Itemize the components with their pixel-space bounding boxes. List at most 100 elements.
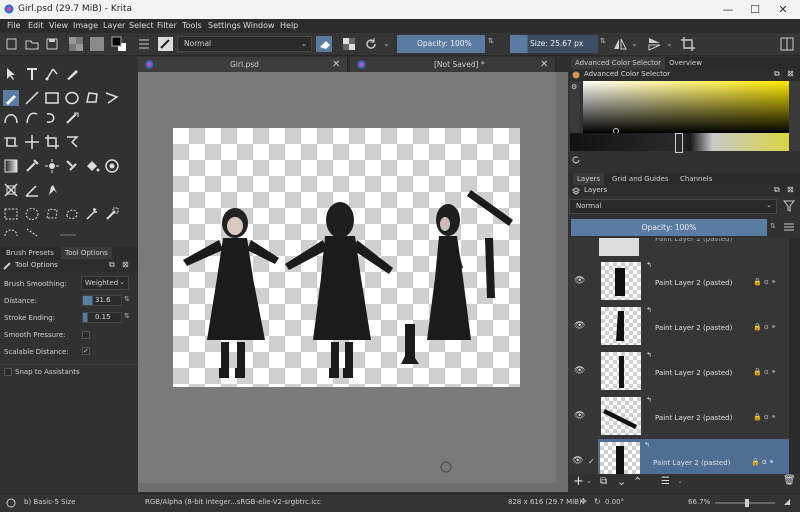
chevron-down-icon[interactable]: ⌄ [677, 477, 683, 485]
close-docker-icon[interactable]: ⊠ [787, 69, 794, 78]
transform-tool-icon[interactable] [44, 134, 60, 150]
color-slider-handle[interactable] [675, 133, 683, 153]
float-docker-icon[interactable]: ⧉ [109, 260, 115, 270]
chevron-down-icon[interactable]: ⌄ [666, 39, 673, 48]
layer-flags-icon[interactable]: 🔒 α ⚭ [753, 413, 777, 421]
tab-grid-and-guides[interactable]: Grid and Guides [608, 173, 673, 185]
tab-tool-options[interactable]: Tool Options [61, 247, 112, 259]
size-spin-icon[interactable]: ⇅ [600, 37, 606, 45]
bezier-select-icon[interactable] [3, 226, 19, 242]
new-document-icon[interactable] [4, 36, 20, 52]
preserve-alpha-icon[interactable] [341, 36, 357, 52]
stroke-ending-spin-icon[interactable]: ⇅ [124, 312, 130, 320]
brush-preset-icon[interactable] [6, 498, 16, 508]
close-docker-icon[interactable]: ⊠ [787, 185, 794, 194]
vertical-scrollbar[interactable] [556, 72, 568, 492]
visibility-eye-icon[interactable]: 👁 [572, 456, 583, 466]
enclose-fill-icon[interactable] [104, 158, 120, 174]
crop-tool-icon[interactable] [3, 134, 19, 150]
color-picker-icon[interactable] [24, 158, 40, 174]
opacity-spin-icon[interactable]: ⇅ [770, 222, 776, 230]
chevron-down-icon[interactable]: ⌄ [586, 477, 592, 485]
visibility-eye-icon[interactable]: 👁 [574, 276, 585, 286]
tab-advanced-color-selector[interactable]: Advanced Color Selector [571, 57, 666, 69]
layer-row[interactable]: 👁 ↰ Paint Layer 2 (pasted) 🔒 α ⚭ [571, 394, 789, 439]
menu-help[interactable]: Help [280, 21, 298, 30]
pattern-swatch-icon[interactable] [89, 36, 105, 52]
distance-slider[interactable]: 31.6 [82, 295, 122, 306]
tab-overview[interactable]: Overview [665, 57, 706, 69]
fill-tool-icon[interactable] [84, 158, 100, 174]
select-shapes-icon[interactable] [3, 66, 19, 82]
chevron-down-icon[interactable]: ⌄ [631, 39, 638, 48]
brush-preset-icon[interactable] [157, 36, 173, 52]
polyline-tool-icon[interactable] [104, 90, 120, 106]
mirror-vertical-icon[interactable] [646, 36, 662, 52]
freehand-path-icon[interactable] [24, 110, 40, 126]
brush-settings-icon[interactable] [136, 36, 152, 52]
pan-tool-icon[interactable] [44, 182, 60, 198]
close-tab-icon[interactable]: ✕ [540, 57, 548, 72]
mirror-horizontal-icon[interactable] [612, 36, 628, 52]
fg-bg-color-icon[interactable] [111, 36, 127, 52]
menu-window[interactable]: Window [243, 21, 275, 30]
docker-layout-icon[interactable] [779, 36, 795, 52]
multibrush-icon[interactable] [64, 110, 80, 126]
polygon-select-icon[interactable] [44, 206, 60, 222]
polygon-tool-icon[interactable] [84, 90, 100, 106]
layer-row[interactable]: 👁 ↰ Paint Layer 2 (pasted) 🔒 α ⚭ [571, 304, 789, 349]
layer-flags-icon[interactable]: 🔒 α ⚭ [753, 278, 777, 286]
visibility-eye-icon[interactable]: 👁 [574, 321, 585, 331]
color-scrollbar[interactable] [789, 81, 800, 151]
magnetic-select-icon[interactable] [24, 226, 40, 242]
layer-blend-mode-dropdown[interactable]: Normal ⌄ [569, 199, 777, 214]
gradient-swatch-icon[interactable] [68, 36, 84, 52]
duplicate-layer-icon[interactable]: ⧉ [600, 476, 607, 487]
menu-layer[interactable]: Layer [103, 21, 125, 30]
menu-filter[interactable]: Filter [157, 21, 177, 30]
image-canvas[interactable] [173, 128, 520, 387]
minimize-button[interactable]: — [718, 2, 738, 17]
tab-channels[interactable]: Channels [676, 173, 716, 185]
freehand-brush-icon[interactable] [3, 90, 19, 106]
visibility-eye-icon[interactable]: 👁 [574, 411, 585, 421]
dynamic-brush-icon[interactable] [44, 110, 60, 126]
blend-mode-dropdown[interactable]: Normal ⌄ [177, 36, 312, 52]
menu-image[interactable]: Image [73, 21, 98, 30]
move-layer-down-icon[interactable]: ⌄ [617, 475, 626, 488]
distance-spin-icon[interactable]: ⇅ [124, 295, 130, 303]
color-square[interactable] [583, 81, 789, 133]
text-tool-icon[interactable] [24, 66, 40, 82]
close-window-button[interactable]: ✕ [773, 2, 793, 17]
selected-check-icon[interactable]: ✓ [588, 457, 595, 466]
layer-properties-icon[interactable]: ☰ [661, 476, 670, 487]
menu-view[interactable]: View [49, 21, 68, 30]
rectangle-tool-icon[interactable] [44, 90, 60, 106]
reload-preset-icon[interactable] [363, 36, 379, 52]
gradient-tool-icon[interactable] [3, 158, 19, 174]
opacity-spin-icon[interactable]: ⇅ [488, 37, 494, 45]
edit-shapes-icon[interactable] [44, 66, 60, 82]
ellipse-tool-icon[interactable] [64, 90, 80, 106]
rotate-icon[interactable]: ↻ [594, 497, 601, 506]
calligraphy-icon[interactable] [64, 66, 80, 82]
line-tool-icon[interactable] [24, 90, 40, 106]
crop-icon[interactable] [680, 36, 696, 52]
layer-opacity-slider[interactable]: Opacity: 100% [571, 219, 767, 236]
measure-tool-icon[interactable] [24, 182, 40, 198]
move-tool-icon[interactable] [24, 134, 40, 150]
snap-to-assistants-checkbox[interactable] [4, 368, 12, 376]
stroke-ending-slider[interactable]: 0.15 [82, 312, 122, 323]
similar-select-icon[interactable] [104, 206, 120, 222]
layer-flags-icon[interactable]: 🔒 α ⚭ [753, 323, 777, 331]
menu-tools[interactable]: Tools [182, 21, 202, 30]
tab-document-girl[interactable]: Girl.psd ✕ [138, 57, 348, 72]
horizontal-scrollbar[interactable] [138, 483, 556, 492]
zoom-slider-handle[interactable] [745, 499, 749, 507]
toolbox-scroll-handle[interactable] [60, 234, 76, 236]
maximize-button[interactable]: ☐ [745, 2, 765, 17]
float-docker-icon[interactable]: ⧉ [774, 185, 780, 195]
rect-select-icon[interactable] [3, 206, 19, 222]
colorize-mask-icon[interactable] [64, 158, 80, 174]
layer-row[interactable]: 👁 ↰ Paint Layer 2 (pasted) 🔒 α ⚭ [571, 349, 789, 394]
